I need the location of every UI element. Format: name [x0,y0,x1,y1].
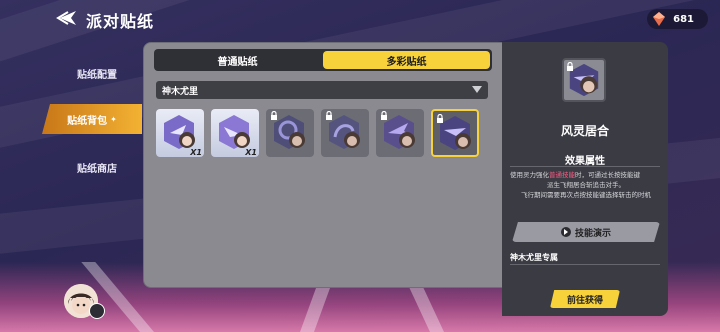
lock-icon [567,62,573,71]
star-icon: ✦ [110,114,117,124]
sticker-icon [219,115,250,149]
lock-icon [326,111,332,120]
sticker-bag-panel: 普通贴纸 多彩贴纸 神木尤里 X1 X1 [143,42,503,288]
go-obtain-button[interactable]: 前往获得 [550,290,620,308]
desc-text: 使用灵力强化 [510,171,549,179]
character-filter-dropdown[interactable]: 神木尤里 [156,81,488,99]
caret-down-icon [472,86,482,93]
tab-colorful-stickers[interactable]: 多彩贴纸 [323,51,490,69]
switch-icon[interactable] [89,303,105,319]
sticker-detail-panel: 风灵居合 效果属性 使用灵力强化普通技能时，可通过长按技能键 派生飞翔居合斩追击… [502,42,668,316]
effect-section-title: 效果属性 [565,156,605,167]
sticker-slot[interactable]: X1 [156,109,204,157]
menu-item-label: 贴纸商店 [77,163,117,175]
play-icon [560,227,571,237]
sticker-icon [164,115,195,149]
divider [510,166,660,167]
menu-item-sticker-config[interactable]: 贴纸配置 [58,58,136,88]
tab-label: 普通贴纸 [217,56,258,68]
character-exclusive-label: 神木尤里专属 [510,253,558,262]
menu-item-label: 贴纸配置 [77,69,117,81]
sticker-slot-selected[interactable] [431,109,479,157]
sticker-slot[interactable] [376,109,424,157]
dropdown-value: 神木尤里 [162,86,199,97]
button-label: 技能演示 [574,228,611,239]
tab-label: 多彩贴纸 [386,56,427,68]
effect-description: 使用灵力强化普通技能时，可通过长按技能键 派生飞翔居合斩追击对手。 飞行期间需要… [510,170,662,200]
tab-bar: 普通贴纸 多彩贴纸 [154,49,492,71]
menu-item-sticker-bag[interactable]: 贴纸背包 ✦ [42,104,142,134]
back-arrow-icon[interactable] [56,9,78,27]
skill-demo-button[interactable]: 技能演示 [512,222,660,242]
desc-text: 派生飞翔居合斩追击对手。 [547,181,625,189]
tab-normal-stickers[interactable]: 普通贴纸 [154,49,321,71]
crystal-gem-icon [653,12,666,26]
divider [510,264,660,265]
sticker-count: X1 [245,148,257,157]
sticker-count: X1 [190,148,202,157]
desc-highlight: 普通技能 [549,171,575,179]
sticker-slot[interactable] [321,109,369,157]
lock-icon [437,114,443,123]
sticker-slot[interactable] [266,109,314,157]
lock-icon [271,111,277,120]
currency-counter[interactable]: 681 [647,9,708,29]
currency-value: 681 [673,13,694,25]
sticker-slot[interactable]: X1 [211,109,259,157]
sticker-grid: X1 X1 [156,109,479,157]
menu-item-label: 贴纸背包 [67,115,108,127]
button-label: 前往获得 [566,295,603,306]
sticker-preview [562,58,606,102]
desc-text: 时，可通过长按技能键 [575,171,640,179]
menu-item-sticker-shop[interactable]: 贴纸商店 [58,152,136,182]
page-title: 派对贴纸 [86,12,155,31]
desc-text: 飞行期间需要再次点按技能键选择斩击的时机 [521,191,651,199]
lock-icon [381,111,387,120]
sticker-name: 风灵居合 [560,124,609,138]
